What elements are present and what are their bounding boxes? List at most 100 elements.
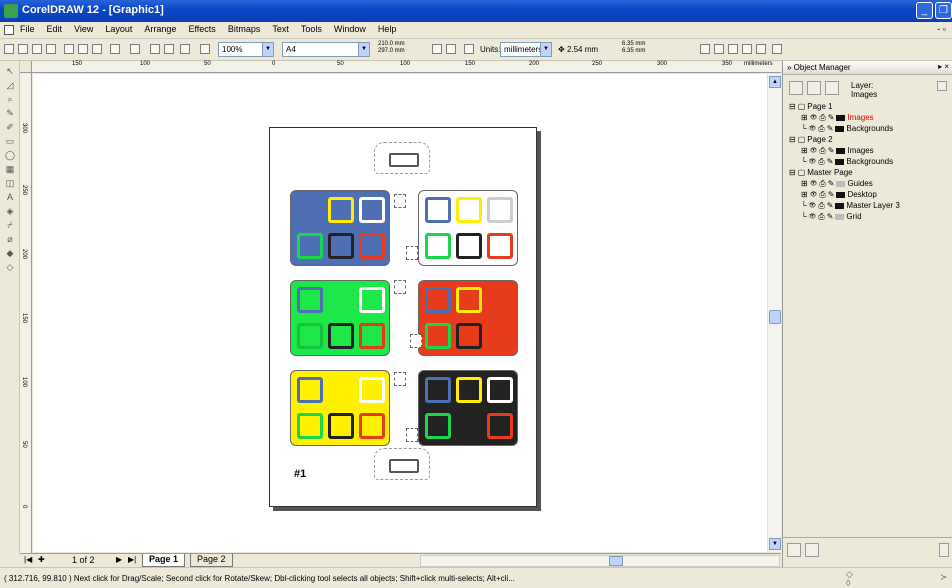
printer-icon[interactable]: ⎙ [818, 212, 824, 222]
mdi-controls[interactable]: - ▫ [937, 24, 946, 34]
minimize-button[interactable]: _ [916, 2, 933, 19]
tray-well[interactable] [328, 287, 354, 313]
tray-well[interactable] [359, 233, 385, 259]
tray-tag-artwork[interactable] [406, 246, 418, 260]
tray-well[interactable] [297, 413, 323, 439]
tray-group[interactable] [418, 280, 518, 356]
pick-tool-icon[interactable]: ↖ [4, 65, 16, 77]
menu-window[interactable]: Window [334, 24, 366, 34]
import-icon[interactable] [150, 44, 160, 54]
last-page-button[interactable]: ▶| [128, 555, 136, 564]
show-properties-icon[interactable] [789, 81, 803, 95]
visibility-eye-icon[interactable]: 👁 [810, 191, 818, 198]
page-layout-icon[interactable] [772, 44, 782, 54]
expand-toggle-icon[interactable]: └ [801, 201, 807, 210]
tray-well[interactable] [425, 377, 451, 403]
tree-layer-item[interactable]: ⊞ 👁 ⎙ ✎ Desktop [801, 189, 877, 200]
tray-well[interactable] [487, 413, 513, 439]
tray-well[interactable] [297, 323, 323, 349]
tree-layer-item[interactable]: ⊞ 👁 ⎙ ✎ Images [801, 112, 874, 123]
tree-layer-item[interactable]: ⊞ 👁 ⎙ ✎ Images [801, 145, 874, 156]
text-wrap-icon[interactable] [742, 44, 752, 54]
application-launcher-icon[interactable] [180, 44, 190, 54]
pencil-icon[interactable]: ✎ [828, 113, 835, 122]
pencil-icon[interactable]: ✎ [828, 190, 835, 199]
visibility-eye-icon[interactable]: 👁 [810, 114, 818, 121]
tray-well[interactable] [359, 413, 385, 439]
tray-well[interactable] [487, 287, 513, 313]
tray-well[interactable] [456, 287, 482, 313]
pencil-icon[interactable]: ✎ [827, 212, 834, 221]
tray-well[interactable] [328, 323, 354, 349]
menu-text[interactable]: Text [272, 24, 289, 34]
chevron-down-icon[interactable]: ▼ [358, 43, 369, 56]
edit-across-layers-icon[interactable] [807, 81, 821, 95]
text-tool-icon[interactable]: A [4, 191, 16, 203]
expand-toggle-icon[interactable]: └ [801, 157, 807, 166]
interactive-blend-tool-icon[interactable]: ◈ [4, 205, 16, 217]
tree-layer-item[interactable]: ⊞ 👁 ⎙ ✎ Guides [801, 178, 873, 189]
tray-well[interactable] [456, 377, 482, 403]
portrait-icon[interactable] [432, 44, 442, 54]
tray-well[interactable] [359, 197, 385, 223]
polygon-tool-icon[interactable]: ▦ [4, 163, 16, 175]
page-height-field[interactable]: 297.0 mm [378, 48, 405, 55]
menu-layout[interactable]: Layout [105, 24, 132, 34]
eyedropper-tool-icon[interactable]: ⌿ [4, 219, 16, 231]
menu-edit[interactable]: Edit [47, 24, 63, 34]
pencil-icon[interactable]: ✎ [828, 179, 835, 188]
nudge-distance-field[interactable]: ✥ 2.54 mm [558, 45, 598, 54]
tray-well[interactable] [456, 323, 482, 349]
restore-button[interactable]: ❐ [935, 2, 952, 19]
tree-layer-item[interactable]: └ 👁 ⎙ ✎ Backgrounds [801, 123, 893, 134]
tree-page-item[interactable]: ⊟ ▢ Master Page [789, 167, 853, 178]
zoom-tool-icon[interactable]: ⌕ [4, 93, 16, 105]
expand-toggle-icon[interactable]: ⊞ [801, 146, 808, 155]
menu-arrange[interactable]: Arrange [144, 24, 176, 34]
cut-icon[interactable] [64, 44, 74, 54]
tree-layer-item[interactable]: └ 👁 ⎙ ✎ Grid [801, 211, 862, 222]
menu-view[interactable]: View [74, 24, 93, 34]
outline-tool-icon[interactable]: ⌀ [4, 233, 16, 245]
outline-indicator-icon[interactable]: ◊ [846, 578, 850, 588]
tray-well[interactable] [297, 233, 323, 259]
vertical-scrollbar[interactable]: ▲ ▼ [767, 74, 781, 552]
smart-fill-tool-icon[interactable]: ✐ [4, 121, 16, 133]
visibility-eye-icon[interactable]: 👁 [809, 202, 817, 209]
new-icon[interactable] [4, 44, 14, 54]
tray-well[interactable] [297, 197, 323, 223]
save-icon[interactable] [32, 44, 42, 54]
tree-layer-item[interactable]: └ 👁 ⎙ ✎ Master Layer 3 [801, 200, 900, 211]
options-icon[interactable] [756, 44, 766, 54]
pencil-icon[interactable]: ✎ [827, 201, 834, 210]
tray-well[interactable] [487, 197, 513, 223]
layer-color-swatch[interactable] [836, 147, 846, 154]
duplicate-distance[interactable]: 6.35 mm 6.35 mm [622, 41, 645, 55]
layer-color-swatch[interactable] [836, 114, 846, 121]
layer-color-swatch[interactable] [836, 191, 846, 198]
tab-page-1[interactable]: Page 1 [142, 554, 186, 567]
tray-well[interactable] [359, 377, 385, 403]
pencil-icon[interactable]: ✎ [827, 124, 834, 133]
zoom-level-select[interactable]: 100% ▼ [218, 42, 274, 57]
tree-page-item[interactable]: ⊟ ▢ Page 2 [789, 134, 833, 145]
menu-tools[interactable]: Tools [301, 24, 322, 34]
printer-icon[interactable]: ⎙ [818, 157, 824, 167]
printer-icon[interactable]: ⎙ [819, 113, 825, 123]
horizontal-scrollbar[interactable] [420, 555, 780, 567]
treat-as-filled-icon[interactable] [714, 44, 724, 54]
handle-artwork-top[interactable] [374, 142, 430, 174]
page-dimensions[interactable]: 210.0 mm 297.0 mm [378, 41, 405, 55]
printer-icon[interactable]: ⎙ [819, 146, 825, 156]
copy-icon[interactable] [78, 44, 88, 54]
next-page-button[interactable]: ▶ [116, 555, 122, 564]
page-width-field[interactable]: 210.0 mm [378, 41, 405, 48]
fill-tool-icon[interactable]: ◆ [4, 247, 16, 259]
new-master-layer-icon[interactable] [805, 543, 819, 557]
menu-help[interactable]: Help [378, 24, 397, 34]
scroll-down-button[interactable]: ▼ [769, 538, 781, 550]
expand-status-icon[interactable]: ≻ [940, 572, 948, 583]
tray-well[interactable] [328, 413, 354, 439]
close-icon[interactable]: ▸ × [938, 62, 949, 71]
visibility-eye-icon[interactable]: 👁 [809, 125, 817, 132]
